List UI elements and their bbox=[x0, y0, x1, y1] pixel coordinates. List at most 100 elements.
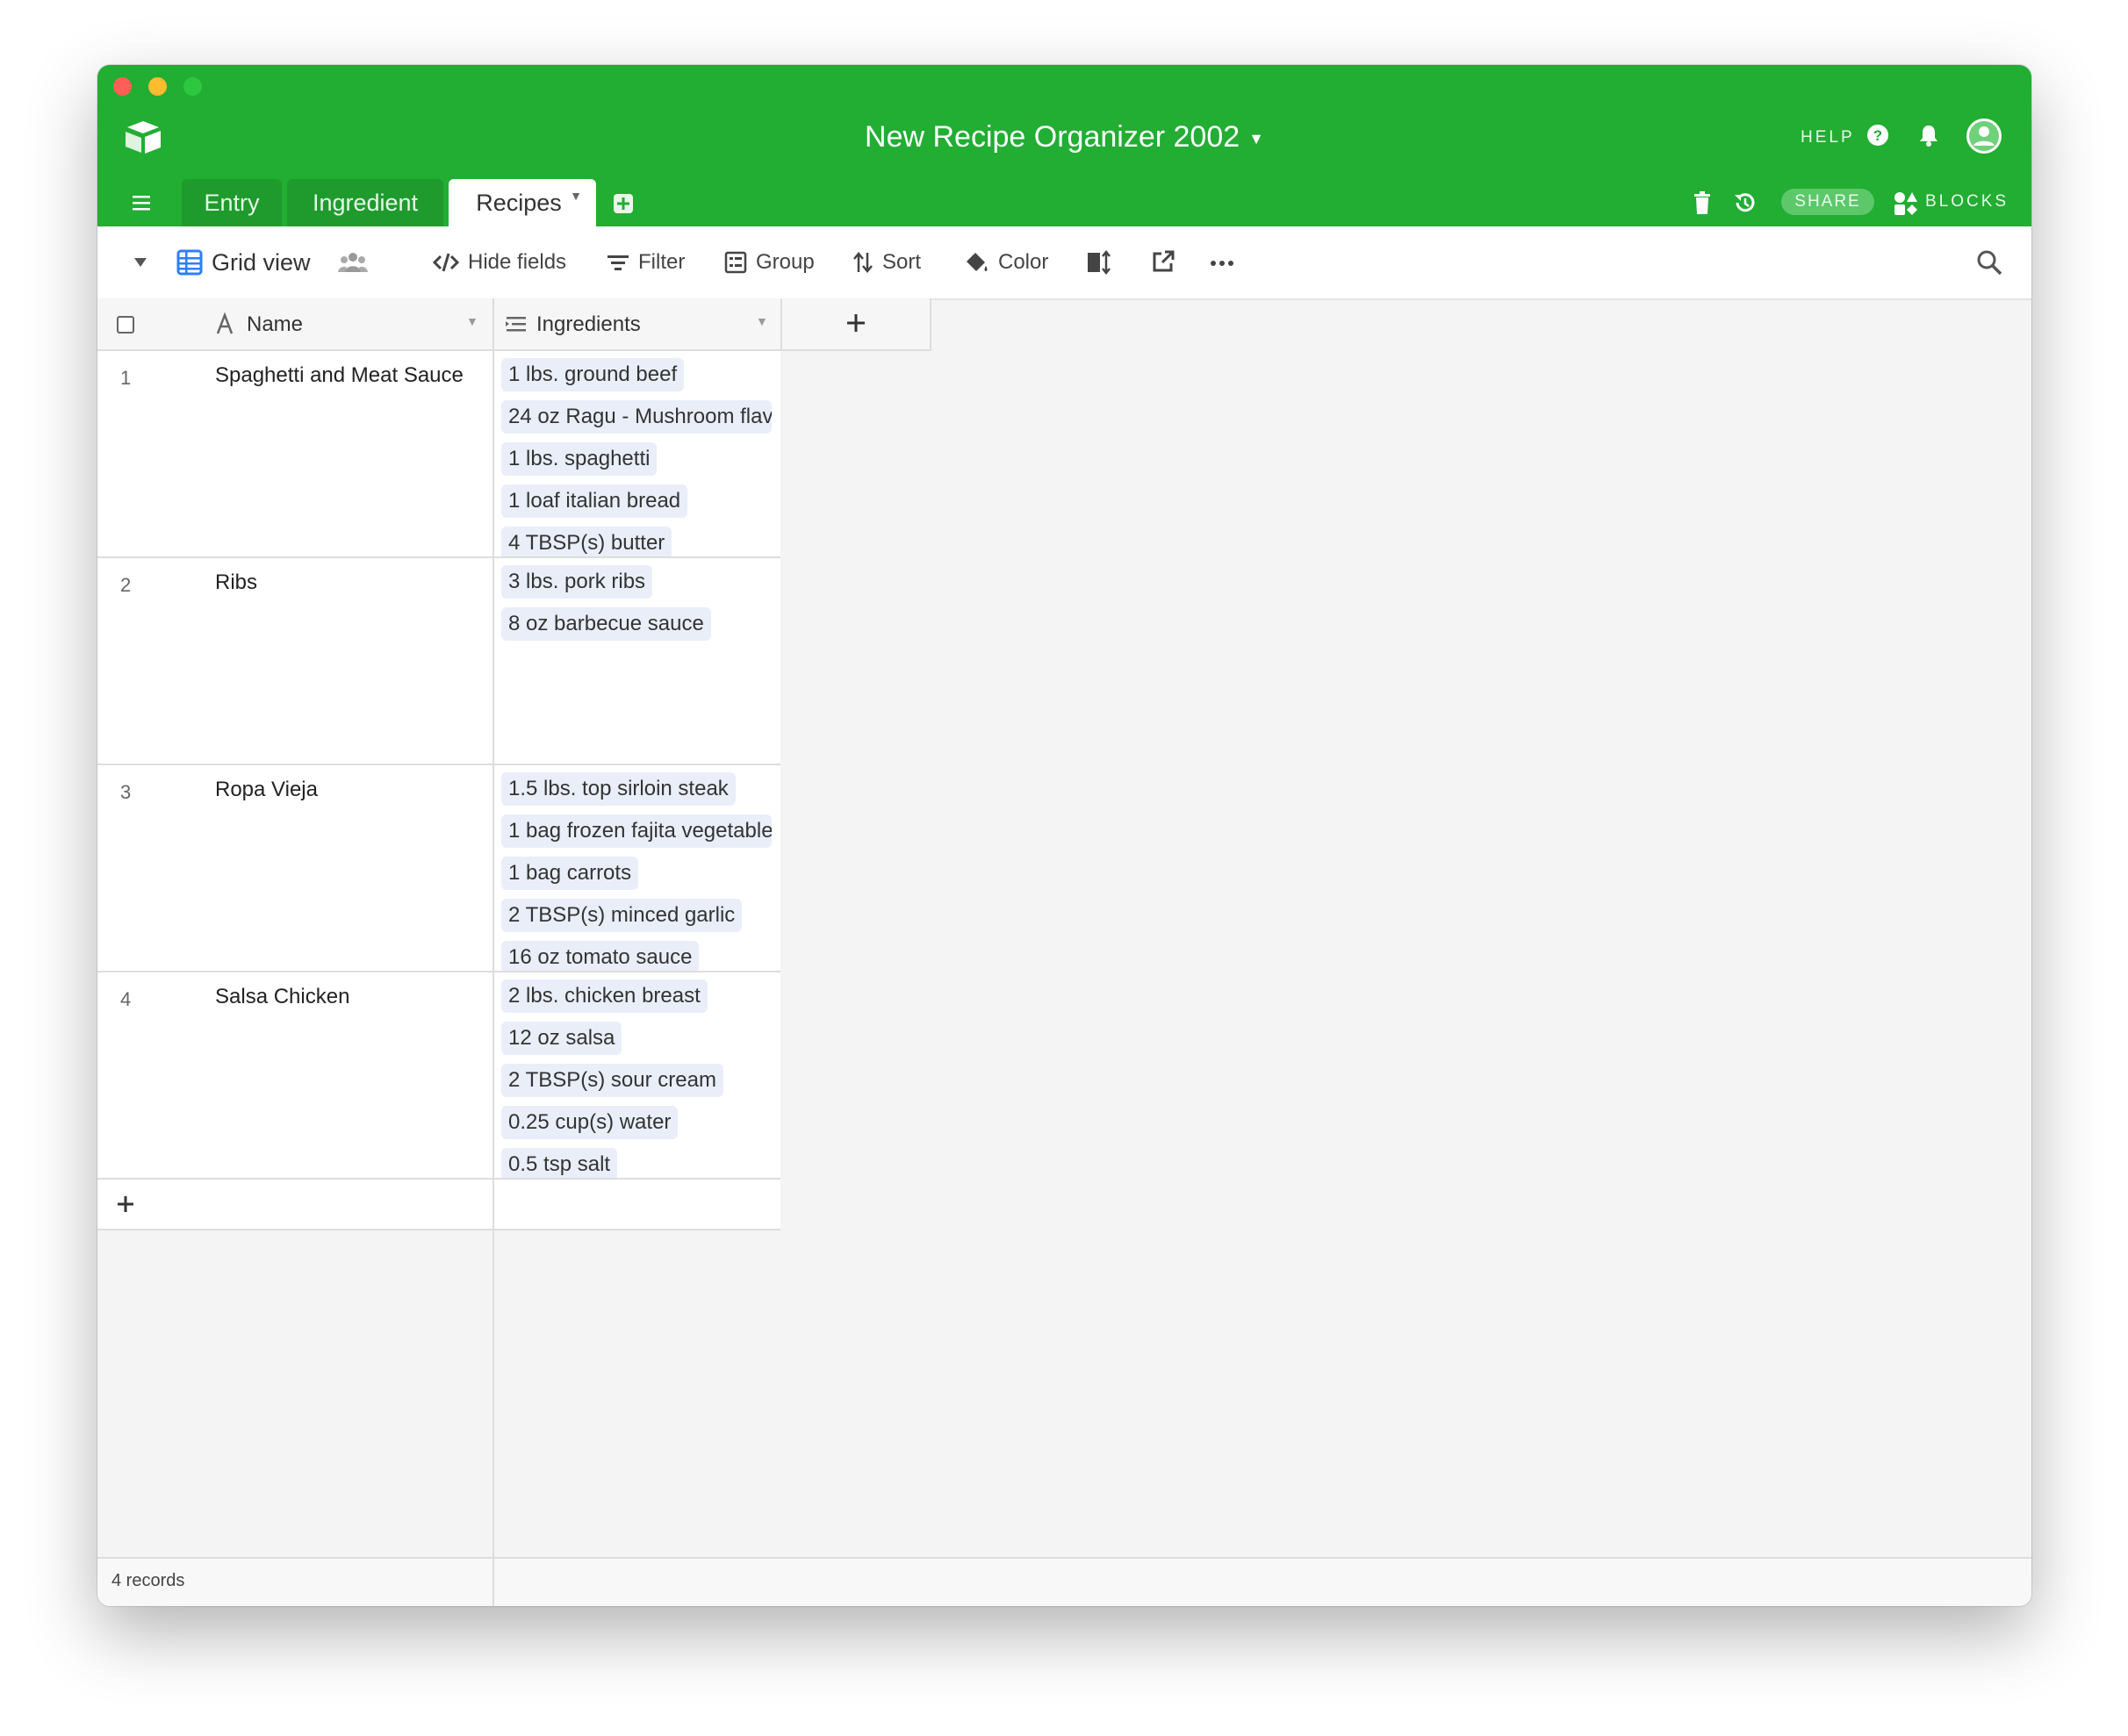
filter-label: Filter bbox=[638, 250, 686, 274]
linked-record-pill[interactable]: 1 bag frozen fajita vegetables bbox=[501, 814, 772, 848]
help-label[interactable]: HELP bbox=[1801, 128, 1855, 147]
linked-record-pill[interactable]: 2 TBSP(s) sour cream bbox=[501, 1064, 723, 1097]
hide-fields-icon bbox=[433, 253, 459, 272]
column-header-ingredients[interactable]: Ingredients bbox=[536, 312, 641, 337]
column-divider bbox=[492, 1180, 494, 1229]
view-toolbar: Grid view Hide fields Filter Group Sort … bbox=[97, 226, 2031, 300]
base-title-label: New Recipe Organizer 2002 bbox=[865, 120, 1240, 154]
base-header: New Recipe Organizer 2002 ▼ HELP ? Entry … bbox=[97, 65, 2031, 226]
add-field-header[interactable] bbox=[782, 298, 931, 351]
add-field-plus-icon bbox=[847, 314, 865, 332]
linked-record-pill[interactable]: 4 TBSP(s) butter bbox=[501, 527, 672, 556]
ingredients-cell[interactable]: 3 lbs. pork ribs 8 oz barbecue sauce bbox=[494, 558, 779, 764]
view-switcher-button[interactable]: Grid view bbox=[176, 226, 311, 298]
linked-record-pill[interactable]: 16 oz tomato sauce bbox=[501, 941, 700, 971]
linked-record-pill[interactable]: 0.25 cup(s) water bbox=[501, 1106, 679, 1139]
search-icon[interactable] bbox=[1976, 249, 2002, 276]
primary-field-header: Name ▼ bbox=[97, 298, 492, 351]
linked-record-pill[interactable]: 1 bag carrots bbox=[501, 857, 639, 890]
sort-label: Sort bbox=[882, 250, 922, 274]
close-window-button[interactable] bbox=[113, 77, 132, 96]
linked-record-pill[interactable]: 24 oz Ragu - Mushroom flavor bbox=[501, 400, 772, 434]
color-button[interactable]: Color bbox=[965, 226, 1048, 298]
table-row[interactable]: 2 Ribs 3 lbs. pork ribs 8 oz barbecue sa… bbox=[97, 558, 780, 765]
linked-record-pill[interactable]: 2 lbs. chicken breast bbox=[501, 979, 708, 1013]
user-avatar-icon[interactable] bbox=[1966, 118, 2002, 154]
text-field-type-icon bbox=[216, 312, 234, 334]
ingredients-cell[interactable]: 1 lbs. ground beef 24 oz Ragu - Mushroom… bbox=[494, 351, 779, 556]
zoom-window-button[interactable] bbox=[183, 77, 202, 96]
group-label: Group bbox=[756, 250, 815, 274]
share-button[interactable]: SHARE bbox=[1781, 189, 1874, 215]
paint-bucket-icon bbox=[967, 253, 988, 271]
blocks-icon[interactable] bbox=[1894, 191, 1918, 216]
filter-icon bbox=[607, 255, 629, 270]
linked-record-pill[interactable]: 12 oz salsa bbox=[501, 1022, 622, 1055]
app-window: New Recipe Organizer 2002 ▼ HELP ? Entry … bbox=[97, 65, 2031, 1606]
row-height-icon[interactable] bbox=[1086, 249, 1112, 276]
linked-record-pill[interactable]: 1 loaf italian bread bbox=[501, 484, 688, 518]
tab-recipes-label: Recipes bbox=[476, 190, 562, 216]
group-button[interactable]: Group bbox=[724, 226, 815, 298]
select-all-checkbox[interactable] bbox=[117, 316, 134, 334]
minimize-window-button[interactable] bbox=[148, 77, 167, 96]
ingredients-field-header: Ingredients ▼ bbox=[494, 298, 782, 351]
linked-record-pill[interactable]: 2 TBSP(s) minced garlic bbox=[501, 899, 743, 932]
linked-record-pill[interactable]: 3 lbs. pork ribs bbox=[501, 565, 653, 599]
filter-button[interactable]: Filter bbox=[607, 226, 685, 298]
tab-entry-label: Entry bbox=[204, 190, 260, 216]
sort-button[interactable]: Sort bbox=[852, 226, 921, 298]
record-name-cell[interactable]: Spaghetti and Meat Sauce bbox=[215, 363, 464, 388]
share-view-icon[interactable] bbox=[1151, 249, 1175, 274]
ingredients-cell[interactable]: 1.5 lbs. top sirloin steak 1 bag frozen … bbox=[494, 765, 779, 971]
row-number: 3 bbox=[120, 781, 132, 803]
help-icon[interactable]: ? bbox=[1866, 123, 1890, 147]
summary-bar: 4 records bbox=[97, 1557, 492, 1606]
table-row[interactable]: 1 Spaghetti and Meat Sauce 1 lbs. ground… bbox=[97, 351, 780, 558]
blocks-label[interactable]: BLOCKS bbox=[1925, 192, 2009, 212]
linked-record-pill[interactable]: 8 oz barbecue sauce bbox=[501, 607, 711, 641]
linked-record-pill[interactable]: 1.5 lbs. top sirloin steak bbox=[501, 772, 736, 806]
view-name: Grid view bbox=[212, 248, 311, 276]
svg-text:?: ? bbox=[1873, 127, 1882, 144]
add-record-plus-icon bbox=[118, 1196, 133, 1212]
tab-ingredient[interactable]: Ingredient bbox=[287, 179, 443, 226]
collaborative-view-icon[interactable] bbox=[338, 249, 368, 276]
base-title[interactable]: New Recipe Organizer 2002 ▼ bbox=[97, 119, 2031, 156]
record-name-cell[interactable]: Salsa Chicken bbox=[215, 985, 349, 1009]
hamburger-menu-icon[interactable] bbox=[131, 193, 152, 212]
history-icon[interactable] bbox=[1732, 190, 1758, 216]
linked-record-pill[interactable]: 0.5 tsp salt bbox=[501, 1148, 618, 1178]
tab-entry[interactable]: Entry bbox=[182, 179, 282, 226]
group-icon bbox=[724, 251, 747, 274]
summary-bar-fields bbox=[494, 1557, 2031, 1606]
hide-fields-button[interactable]: Hide fields bbox=[433, 226, 566, 298]
add-table-icon[interactable] bbox=[612, 192, 635, 215]
chevron-down-icon bbox=[134, 258, 147, 267]
tab-ingredient-label: Ingredient bbox=[312, 190, 419, 216]
more-options-icon[interactable] bbox=[1209, 260, 1235, 267]
grid-view-icon bbox=[176, 249, 203, 276]
sort-icon bbox=[853, 252, 873, 273]
notifications-bell-icon[interactable] bbox=[1916, 123, 1941, 147]
record-name-cell[interactable]: Ropa Vieja bbox=[215, 778, 318, 802]
tab-recipes[interactable]: Recipes ▼ bbox=[449, 179, 596, 226]
linked-record-field-icon bbox=[506, 317, 526, 332]
view-list-toggle[interactable] bbox=[133, 226, 157, 298]
ingredients-cell[interactable]: 2 lbs. chicken breast 12 oz salsa 2 TBSP… bbox=[494, 972, 779, 1178]
row-number: 2 bbox=[120, 574, 132, 596]
add-record-row[interactable] bbox=[97, 1180, 780, 1230]
linked-record-pill[interactable]: 1 lbs. spaghetti bbox=[501, 442, 658, 476]
row-number: 4 bbox=[120, 988, 132, 1010]
color-label: Color bbox=[998, 250, 1049, 274]
row-number: 1 bbox=[120, 367, 132, 389]
column-header-name[interactable]: Name bbox=[247, 312, 303, 337]
table-row[interactable]: 3 Ropa Vieja 1.5 lbs. top sirloin steak … bbox=[97, 765, 780, 972]
linked-record-pill[interactable]: 1 lbs. ground beef bbox=[501, 358, 685, 391]
column-menu-chevron-icon[interactable]: ▼ bbox=[466, 314, 478, 328]
record-name-cell[interactable]: Ribs bbox=[215, 570, 257, 595]
column-menu-chevron-icon[interactable]: ▼ bbox=[756, 314, 768, 328]
table-row[interactable]: 4 Salsa Chicken 2 lbs. chicken breast 12… bbox=[97, 972, 780, 1180]
trash-icon[interactable] bbox=[1692, 190, 1713, 216]
tab-options-chevron-icon[interactable]: ▼ bbox=[570, 172, 582, 219]
